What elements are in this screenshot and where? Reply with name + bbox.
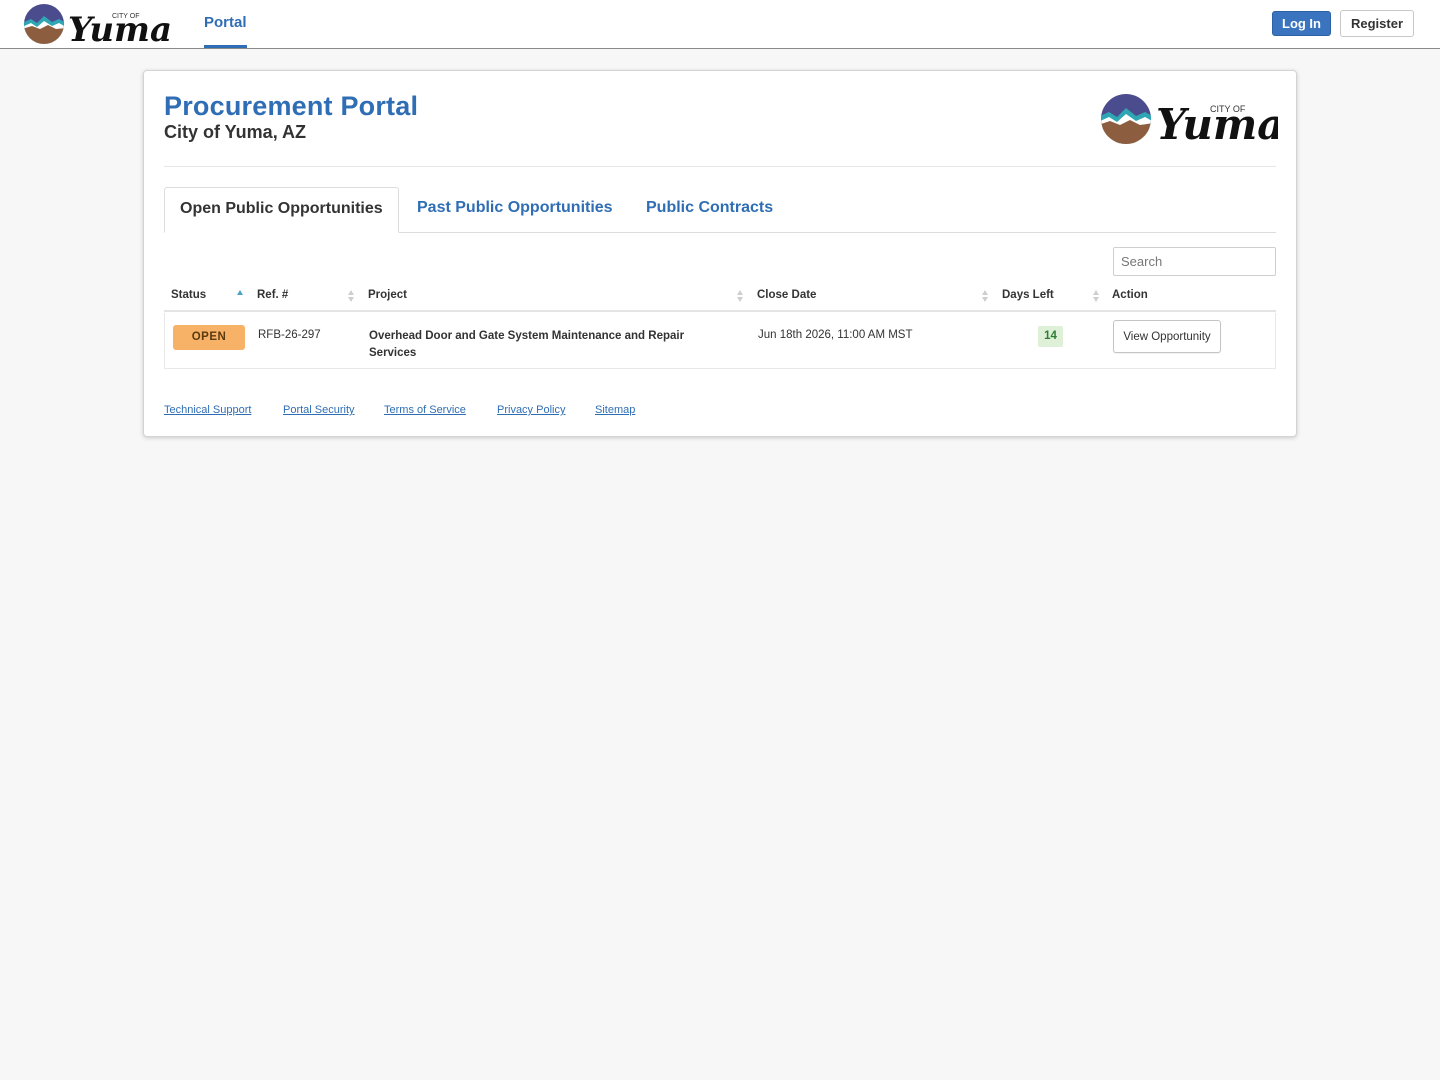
card-logo: CITY OF Yuma [1098, 87, 1285, 149]
table-header: Status Ref. # Project Close Date Days Le… [164, 281, 1276, 312]
footer-link-technical-support[interactable]: Technical Support [164, 404, 251, 416]
search-input[interactable] [1113, 247, 1276, 276]
logo-script-text: Yuma [68, 10, 172, 47]
sort-ascending-icon[interactable] [236, 289, 244, 303]
sort-icon[interactable] [1092, 289, 1100, 303]
column-header-action: Action [1112, 289, 1148, 301]
opportunity-tabs: Open Public Opportunities Past Public Op… [164, 187, 1276, 233]
city-of-yuma-logo-large: CITY OF Yuma [1101, 94, 1285, 149]
tab-past-public-opportunities[interactable]: Past Public Opportunities [417, 187, 613, 233]
footer-link-sitemap[interactable]: Sitemap [595, 404, 635, 416]
view-opportunity-button[interactable]: View Opportunity [1113, 320, 1221, 353]
column-header-close-date[interactable]: Close Date [757, 281, 816, 310]
card-logo-script-text: Yuma [1156, 100, 1278, 147]
page-title: Procurement Portal [164, 91, 419, 121]
login-button[interactable]: Log In [1272, 11, 1331, 36]
portal-card: Procurement Portal City of Yuma, AZ CITY… [143, 70, 1297, 437]
top-navbar: CITY OF Yuma Portal Log In Register [0, 0, 1440, 50]
footer-link-privacy-policy[interactable]: Privacy Policy [497, 404, 565, 416]
city-of-yuma-logo: CITY OF Yuma [24, 4, 172, 50]
table-row: OPEN RFB-26-297 Overhead Door and Gate S… [164, 313, 1276, 369]
footer-link-terms-of-service[interactable]: Terms of Service [384, 404, 466, 416]
column-header-project[interactable]: Project [368, 281, 407, 310]
status-badge: OPEN [173, 325, 245, 350]
project-name: Overhead Door and Gate System Maintenanc… [369, 330, 685, 359]
tab-public-contracts[interactable]: Public Contracts [646, 187, 773, 233]
header-divider [164, 166, 1276, 167]
days-left-badge: 14 [1038, 326, 1063, 347]
close-date: Jun 18th 2026, 11:00 AM MST [758, 329, 913, 341]
column-header-ref[interactable]: Ref. # [257, 281, 288, 310]
footer-link-portal-security[interactable]: Portal Security [283, 404, 355, 416]
ref-number: RFB-26-297 [258, 329, 321, 341]
sort-icon[interactable] [736, 289, 744, 303]
sort-icon[interactable] [347, 289, 355, 303]
column-header-status[interactable]: Status [171, 281, 206, 310]
page-subtitle: City of Yuma, AZ [164, 122, 307, 142]
nav-portal-link[interactable]: Portal [204, 0, 247, 48]
tab-open-public-opportunities[interactable]: Open Public Opportunities [164, 187, 399, 233]
city-logo-link[interactable]: CITY OF Yuma [22, 1, 172, 50]
column-header-days-left[interactable]: Days Left [1002, 281, 1054, 310]
register-button[interactable]: Register [1340, 10, 1414, 37]
sort-icon[interactable] [981, 289, 989, 303]
